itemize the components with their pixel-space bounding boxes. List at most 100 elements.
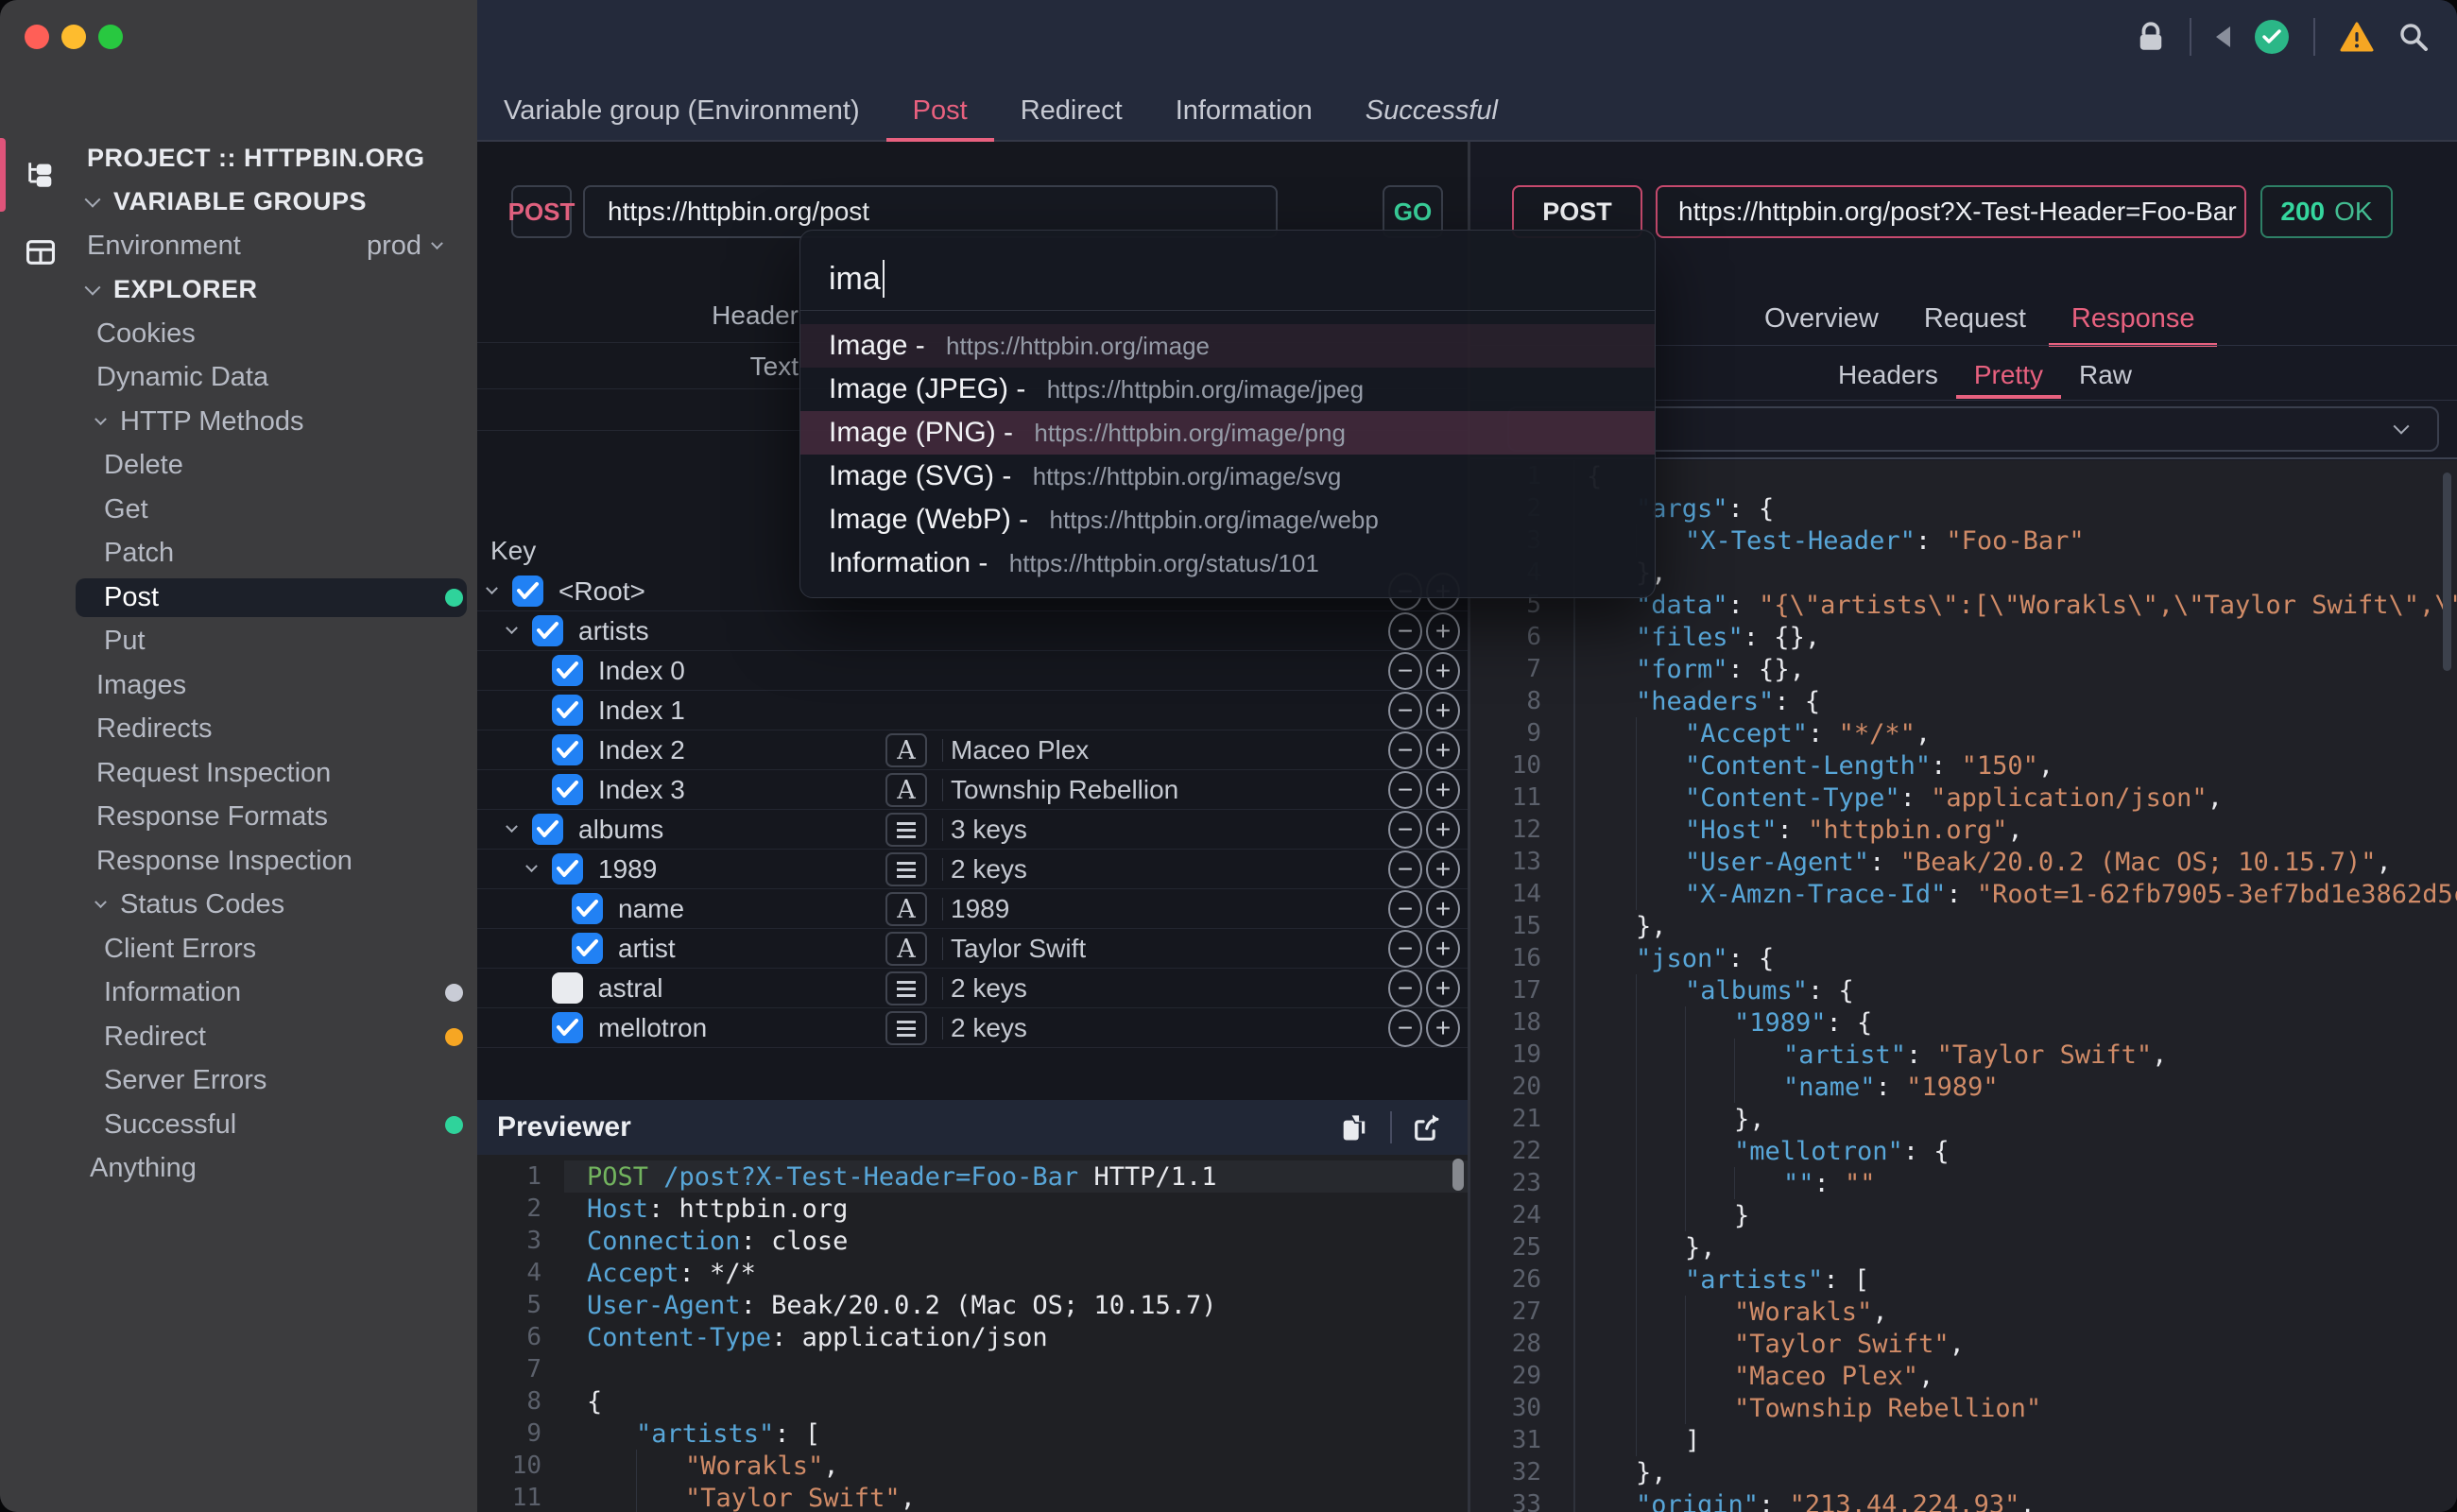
add-row-button[interactable]: +	[1426, 692, 1460, 730]
zoom-button[interactable]	[98, 25, 123, 49]
status-check-icon[interactable]	[2255, 20, 2289, 54]
add-row-button[interactable]: +	[1426, 771, 1460, 809]
autocomplete-item-information[interactable]: Information - https://httpbin.org/status…	[800, 541, 1655, 585]
remove-row-button[interactable]: −	[1388, 652, 1422, 690]
sidebar-item-request-inspection[interactable]: Request Inspection	[0, 751, 477, 796]
tree-value[interactable]: 2 keys	[951, 854, 1027, 885]
autocomplete-item-image[interactable]: Image - https://httpbin.org/image	[800, 324, 1655, 368]
type-object-icon[interactable]	[885, 852, 927, 886]
sidebar-item-redirects[interactable]: Redirects	[0, 708, 477, 752]
sidebar-item-anything[interactable]: Anything	[0, 1147, 477, 1192]
sidebar-item-successful[interactable]: Successful	[0, 1103, 477, 1147]
tree-value[interactable]: 1989	[951, 894, 1009, 924]
lock-icon[interactable]	[2137, 21, 2165, 53]
tree-value[interactable]: Taylor Swift	[951, 934, 1086, 964]
sidebar-item-delete[interactable]: Delete	[0, 444, 477, 489]
sidebar-item-explorer[interactable]: EXPLORER	[0, 268, 477, 313]
remove-row-button[interactable]: −	[1388, 612, 1422, 650]
type-string-icon[interactable]: A	[885, 773, 927, 807]
tree-value[interactable]: 3 keys	[951, 815, 1027, 845]
sidebar-item-project-httpbin-org[interactable]: PROJECT :: HTTPBIN.ORG	[0, 136, 477, 180]
copy-icon[interactable]	[1341, 1112, 1369, 1143]
type-object-icon[interactable]	[885, 1011, 927, 1045]
remove-row-button[interactable]: −	[1388, 1009, 1422, 1047]
sidebar-item-information[interactable]: Information	[0, 971, 477, 1016]
add-row-button[interactable]: +	[1426, 612, 1460, 650]
remove-row-button[interactable]: −	[1388, 811, 1422, 849]
tab-information[interactable]: Information	[1149, 79, 1339, 142]
autocomplete-item-image-png-[interactable]: Image (PNG) - https://httpbin.org/image/…	[800, 411, 1655, 455]
add-row-button[interactable]: +	[1426, 890, 1460, 928]
environment-value[interactable]: prod	[367, 231, 441, 262]
remove-row-button[interactable]: −	[1388, 970, 1422, 1007]
tree-value[interactable]: Maceo Plex	[951, 735, 1089, 765]
add-row-button[interactable]: +	[1426, 811, 1460, 849]
type-string-icon[interactable]: A	[885, 892, 927, 926]
sidebar-item-dynamic-data[interactable]: Dynamic Data	[0, 356, 477, 401]
autocomplete-item-image-svg-[interactable]: Image (SVG) - https://httpbin.org/image/…	[800, 455, 1655, 498]
tab-overview[interactable]: Overview	[1742, 293, 1901, 345]
sidebar-item-put[interactable]: Put	[0, 620, 477, 664]
checkbox-checked[interactable]	[552, 655, 583, 686]
previewer-code[interactable]: 1POST /post?X-Test-Header=Foo-Bar HTTP/1…	[477, 1155, 1468, 1512]
share-icon[interactable]	[1413, 1112, 1443, 1143]
previewer-scrollbar[interactable]	[1452, 1159, 1464, 1191]
add-row-button[interactable]: +	[1426, 930, 1460, 968]
checkbox-checked[interactable]	[552, 774, 583, 805]
tree-toggle[interactable]	[501, 627, 522, 635]
checkbox-checked[interactable]	[552, 853, 583, 885]
autocomplete-input[interactable]: ima	[829, 248, 885, 310]
tab-request[interactable]: Request	[1901, 293, 2049, 345]
tree-value[interactable]: 2 keys	[951, 1013, 1027, 1043]
checkbox-checked[interactable]	[552, 1012, 583, 1043]
checkbox-checked[interactable]	[552, 695, 583, 726]
sidebar-item-patch[interactable]: Patch	[0, 532, 477, 576]
tab-raw[interactable]: Raw	[2061, 352, 2150, 399]
type-string-icon[interactable]: A	[885, 733, 927, 767]
response-scrollbar[interactable]	[2443, 472, 2451, 671]
tab-successful[interactable]: Successful	[1339, 79, 1524, 142]
sidebar-item-response-formats[interactable]: Response Formats	[0, 796, 477, 840]
tree-value[interactable]: 2 keys	[951, 973, 1027, 1004]
checkbox-checked[interactable]	[552, 734, 583, 765]
tab-headers[interactable]: Headers	[1820, 352, 1956, 399]
checkbox-checked[interactable]	[532, 814, 563, 845]
remove-row-button[interactable]: −	[1388, 771, 1422, 809]
autocomplete-item-image-webp-[interactable]: Image (WebP) - https://httpbin.org/image…	[800, 498, 1655, 541]
sidebar-item-status-codes[interactable]: Status Codes	[0, 884, 477, 928]
sidebar-item-variable-groups[interactable]: VARIABLE GROUPS	[0, 180, 477, 225]
checkbox-checked[interactable]	[532, 615, 563, 646]
tab-variable-group-environment-[interactable]: Variable group (Environment)	[477, 79, 886, 142]
remove-row-button[interactable]: −	[1388, 930, 1422, 968]
sidebar-item-response-inspection[interactable]: Response Inspection	[0, 839, 477, 884]
sidebar-item-images[interactable]: Images	[0, 663, 477, 708]
sidebar-item-post[interactable]: Post	[0, 576, 477, 620]
sidebar-item-http-methods[interactable]: HTTP Methods	[0, 400, 477, 444]
type-object-icon[interactable]	[885, 813, 927, 847]
sidebar-item-environment[interactable]: Environmentprod	[0, 224, 477, 268]
add-row-button[interactable]: +	[1426, 652, 1460, 690]
type-object-icon[interactable]	[885, 971, 927, 1005]
response-url[interactable]: https://httpbin.org/post?X-Test-Header=F…	[1656, 185, 2246, 238]
checkbox-checked[interactable]	[572, 893, 603, 924]
sidebar-item-get[interactable]: Get	[0, 488, 477, 532]
sidebar-item-client-errors[interactable]: Client Errors	[0, 927, 477, 971]
add-row-button[interactable]: +	[1426, 970, 1460, 1007]
remove-row-button[interactable]: −	[1388, 731, 1422, 769]
checkbox-checked[interactable]	[572, 933, 603, 964]
tab-pretty[interactable]: Pretty	[1956, 352, 2061, 399]
tree-toggle[interactable]	[521, 865, 541, 873]
add-row-button[interactable]: +	[1426, 1009, 1460, 1047]
remove-row-button[interactable]: −	[1388, 850, 1422, 888]
checkbox-checked[interactable]	[512, 576, 543, 607]
tree-toggle[interactable]	[501, 825, 522, 833]
tree-value[interactable]: Township Rebellion	[951, 775, 1178, 805]
add-row-button[interactable]: +	[1426, 850, 1460, 888]
search-icon[interactable]	[2398, 22, 2429, 52]
tab-post[interactable]: Post	[886, 79, 994, 142]
sidebar-item-redirect[interactable]: Redirect	[0, 1015, 477, 1059]
autocomplete-item-image-jpeg-[interactable]: Image (JPEG) - https://httpbin.org/image…	[800, 368, 1655, 411]
request-method-badge[interactable]: POST	[511, 185, 572, 238]
remove-row-button[interactable]: −	[1388, 890, 1422, 928]
sidebar-item-server-errors[interactable]: Server Errors	[0, 1059, 477, 1104]
